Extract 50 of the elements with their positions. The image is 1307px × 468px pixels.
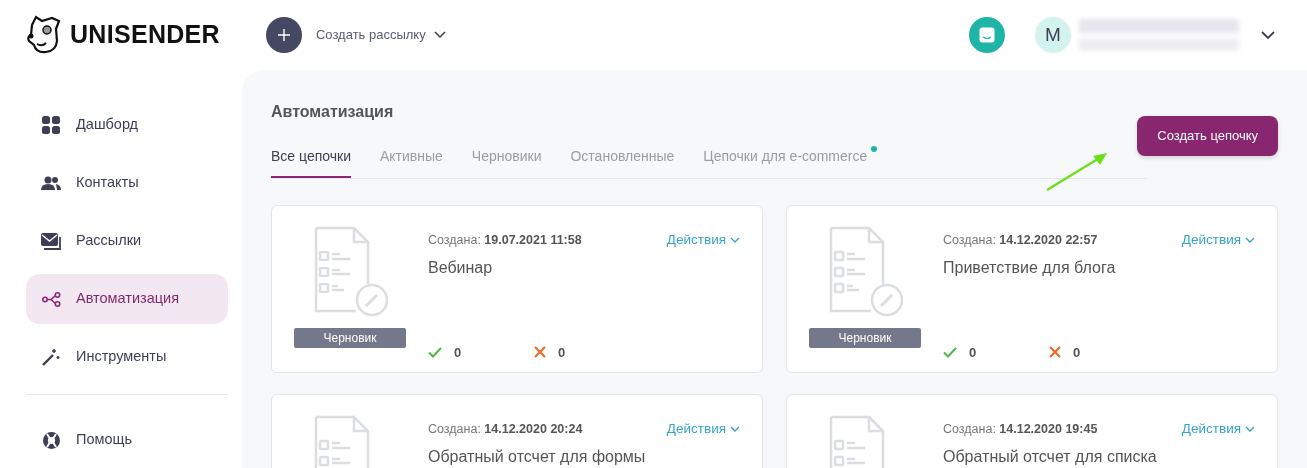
logo-text: UNISENDER — [70, 19, 220, 51]
check-icon — [428, 346, 442, 358]
envelope-icon — [41, 232, 61, 250]
created-date: Создана: 14.12.2020 22:57 — [943, 231, 1098, 249]
chevron-down-icon — [730, 237, 740, 244]
chevron-down-icon — [433, 31, 446, 39]
sidebar-item[interactable]: Дашборд — [26, 100, 228, 150]
add-button[interactable] — [265, 17, 302, 53]
sidebar-item[interactable]: Контакты — [26, 158, 228, 208]
create-mailing-dropdown[interactable]: Создать рассылку — [309, 24, 452, 46]
sidebar-item[interactable]: Рассылки — [26, 216, 228, 266]
failed-count: 0 — [558, 343, 566, 362]
chevron-down-icon — [730, 426, 740, 433]
chain-name: Вебинар — [428, 258, 494, 279]
chevron-down-icon — [1245, 237, 1255, 244]
create-chain-button[interactable]: Создать цепочку — [1137, 116, 1278, 156]
checklist-document-icon — [312, 226, 388, 318]
chain-name: Обратный отсчет для формы — [428, 447, 647, 468]
grid-icon — [42, 116, 60, 134]
chevron-down-icon[interactable] — [1261, 30, 1275, 40]
success-count: 0 — [969, 343, 978, 362]
tab[interactable]: Все цепочки — [271, 146, 351, 178]
created-date: Создана: 14.12.2020 19:45 — [943, 420, 1098, 438]
lifebuoy-icon — [41, 430, 61, 450]
share-nodes-icon — [41, 291, 61, 307]
chat-button[interactable] — [969, 17, 1005, 53]
dog-logo-icon — [26, 15, 62, 55]
chat-icon — [979, 27, 995, 43]
magic-wand-icon — [42, 348, 60, 366]
status-badge: Черновик — [294, 328, 406, 348]
check-icon — [943, 346, 957, 358]
sidebar-item[interactable]: Инструменты — [26, 332, 228, 382]
user-avatar[interactable]: M — [1035, 17, 1071, 53]
status-badge: Черновик — [809, 328, 921, 348]
page-title: Автоматизация — [271, 102, 395, 122]
created-date: Создана: 19.07.2021 11:58 — [428, 231, 582, 249]
chain-name: Обратный отсчет для списка — [943, 447, 1158, 468]
people-icon — [41, 176, 61, 190]
cross-icon — [534, 346, 546, 359]
checklist-document-icon — [827, 226, 903, 318]
plus-icon — [277, 29, 290, 41]
failed-count: 0 — [1073, 343, 1081, 362]
chevron-down-icon — [1245, 426, 1255, 433]
sidebar-item[interactable]: Помощь — [26, 415, 228, 465]
success-count: 0 — [454, 343, 463, 362]
sidebar-item[interactable]: Автоматизация — [26, 274, 228, 324]
cross-icon — [1049, 346, 1061, 359]
chain-name: Приветствие для блога — [943, 258, 1117, 279]
created-date: Создана: 14.12.2020 20:24 — [428, 420, 583, 438]
annotation-arrow — [1045, 152, 1109, 192]
